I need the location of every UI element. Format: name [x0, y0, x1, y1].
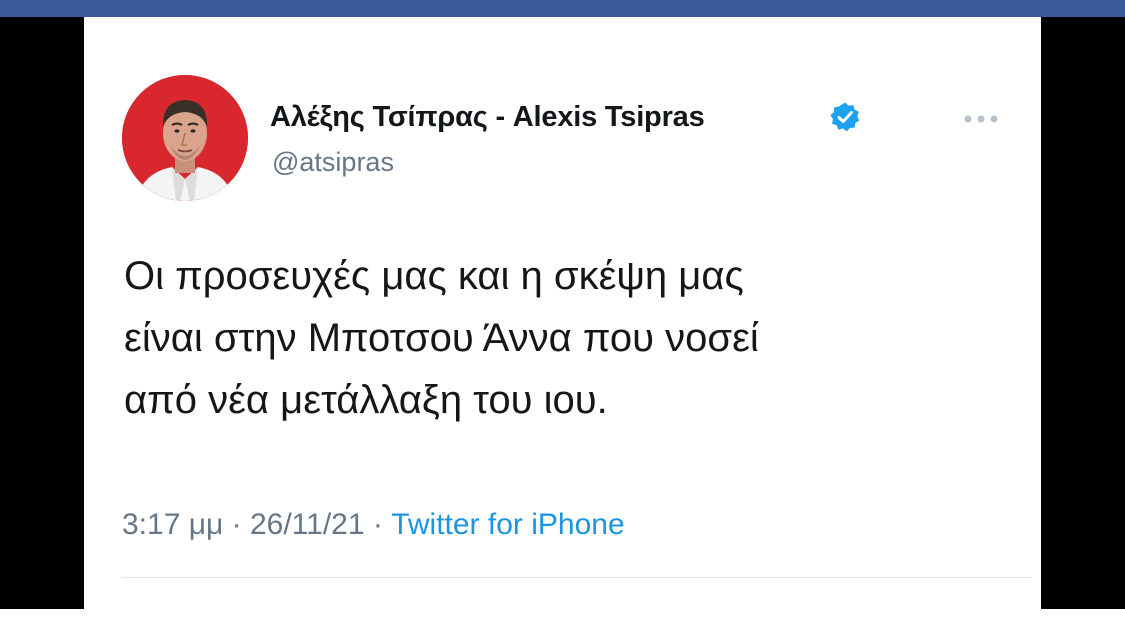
facebook-top-bar: [0, 0, 1125, 17]
bottom-strip: [0, 609, 1125, 617]
meta-separator: ·: [364, 508, 392, 541]
tweet-time[interactable]: 3:17 μμ: [122, 508, 223, 541]
tweet-date[interactable]: 26/11/21: [250, 508, 365, 541]
tweet-text: Οι προσευχές μας και η σκέψη μας είναι σ…: [124, 245, 1004, 431]
user-handle[interactable]: @atsipras: [272, 147, 394, 178]
profile-photo: [122, 75, 248, 201]
more-options-icon[interactable]: [961, 112, 1001, 126]
tweet-meta: 3:17 μμ · 26/11/21 · Twitter for iPhone: [122, 508, 625, 542]
meta-separator: ·: [223, 508, 250, 541]
display-name[interactable]: Αλέξης Τσίπρας - Alexis Tsipras: [270, 101, 705, 134]
tweet-source-link[interactable]: Twitter for iPhone: [391, 508, 624, 541]
tweet-text-line: από νέα μετάλλαξη του ιου.: [124, 378, 608, 422]
divider: [122, 577, 1032, 578]
avatar[interactable]: [122, 75, 248, 201]
tweet-text-line: είναι στην Μποτσου Άννα που νοσεί: [124, 316, 759, 360]
tweet-text-line: Οι προσευχές μας και η σκέψη μας: [124, 254, 744, 298]
verified-badge-icon: [830, 102, 860, 132]
tweet-card: Αλέξης Τσίπρας - Alexis Tsipras @atsipra…: [84, 17, 1041, 609]
